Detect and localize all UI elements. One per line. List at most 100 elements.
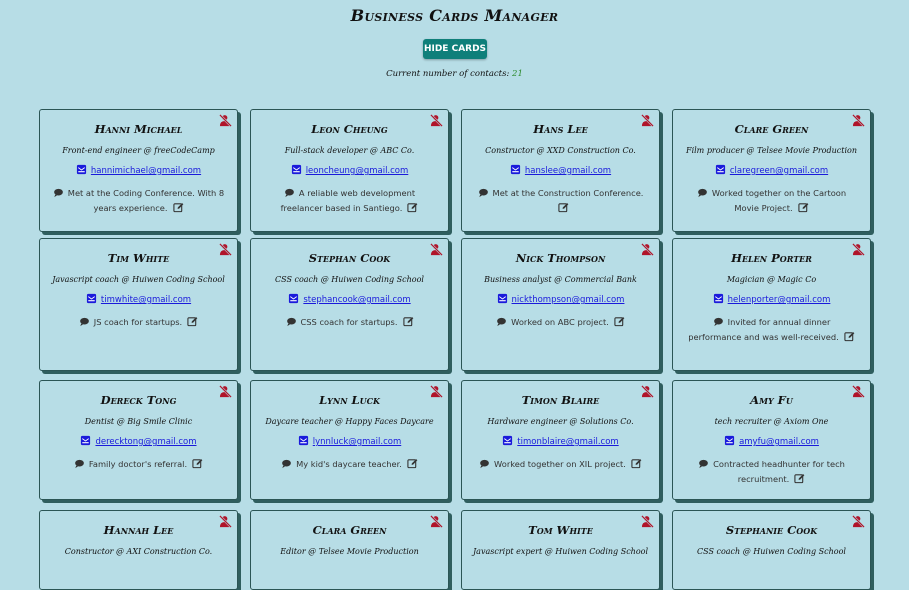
delete-contact-icon[interactable] [641, 383, 654, 398]
business-card: Hans Lee Constructor @ XXD Construction C… [461, 109, 660, 232]
edit-note-icon[interactable] [844, 331, 855, 346]
contact-name: Helen Porter [731, 251, 812, 265]
envelope-icon [497, 293, 508, 307]
business-card: Timon Blaire Hardware engineer @ Solution… [461, 380, 660, 500]
delete-contact-icon[interactable] [430, 513, 443, 528]
contact-email-row: claregreen@gmail.com [673, 164, 870, 178]
contact-count: Current number of contacts: 21 [0, 69, 909, 79]
contact-note-text: Contracted headhunter for tech recruitme… [713, 459, 845, 484]
contact-name: Hannah Lee [103, 523, 174, 537]
contact-notes: Met at the Construction Conference. [474, 187, 647, 217]
chat-bubble-icon [697, 188, 708, 202]
chat-bubble-icon [281, 459, 292, 473]
contact-email-row: stephancook@gmail.com [251, 293, 448, 307]
chat-bubble-icon [478, 188, 489, 202]
chat-bubble-icon [79, 317, 90, 331]
edit-note-icon[interactable] [797, 202, 809, 217]
contact-notes: A reliable web development freelancer ba… [263, 187, 436, 217]
delete-contact-icon[interactable] [852, 241, 865, 256]
edit-note-icon[interactable] [407, 458, 418, 473]
chat-bubble-icon [286, 317, 297, 331]
envelope-icon [713, 293, 724, 307]
contact-email-link[interactable]: leoncheung@gmail.com [306, 166, 409, 176]
contact-note-text: Met at the Coding Conference. With 8 yea… [67, 188, 225, 213]
edit-note-icon[interactable] [402, 316, 414, 331]
contact-email-link[interactable]: nickthompson@gmail.com [512, 295, 625, 305]
contact-email-row: nickthompson@gmail.com [462, 293, 659, 307]
contact-notes: JS coach for startups. [52, 316, 225, 331]
business-card: Clare Green Film producer @ Telsee Movie … [672, 109, 871, 232]
contact-title: Dentist @ Big Smile Clinic [84, 417, 193, 426]
delete-contact-icon[interactable] [219, 383, 232, 398]
contact-title: Constructor @ AXI Construction Co. [64, 547, 213, 556]
delete-contact-icon[interactable] [641, 241, 654, 256]
chat-bubble-icon [698, 459, 709, 473]
delete-contact-icon[interactable] [430, 112, 443, 127]
contact-name: Timon Blaire [521, 393, 600, 407]
delete-contact-icon[interactable] [219, 513, 232, 528]
edit-note-icon[interactable] [614, 316, 625, 331]
chat-bubble-icon [74, 459, 85, 473]
business-card: Clara Green Editor @ Telsee Movie Product… [250, 510, 449, 590]
contact-notes: Family doctor's referral. [52, 458, 225, 473]
contact-email-link[interactable]: lynnluck@gmail.com [313, 437, 401, 447]
contact-name: Stephanie Cook [725, 523, 818, 537]
hide-cards-button[interactable]: HIDE CARDS [423, 39, 487, 59]
edit-note-icon[interactable] [187, 316, 198, 331]
contact-name: Tom White [528, 523, 593, 537]
contact-email-link[interactable]: derecktong@gmail.com [95, 437, 196, 447]
contact-notes: Met at the Coding Conference. With 8 yea… [52, 187, 225, 217]
contact-email-row: leoncheung@gmail.com [251, 164, 448, 178]
contact-title: Javascript expert @ Huiwen Coding School [472, 547, 649, 556]
contact-note-text: JS coach for startups. [93, 317, 183, 327]
contact-email-link[interactable]: hannimichael@gmail.com [91, 166, 201, 176]
contact-title: Hardware engineer @ Solutions Co. [487, 417, 634, 426]
contact-email-link[interactable]: amyfu@gmail.com [739, 437, 819, 447]
contact-count-value: 21 [512, 69, 523, 79]
contact-name: Clare Green [734, 122, 809, 136]
contact-title: Constructor @ XXD Construction Co. [485, 146, 636, 155]
contact-notes: Worked together on XIL project. [474, 458, 647, 473]
edit-note-icon[interactable] [172, 202, 184, 217]
contact-note-text: Worked on ABC project. [511, 317, 609, 327]
delete-contact-icon[interactable] [430, 241, 443, 256]
delete-contact-icon[interactable] [852, 513, 865, 528]
edit-note-icon[interactable] [192, 458, 203, 473]
contact-email-link[interactable]: stephancook@gmail.com [303, 295, 410, 305]
business-card: Lynn Luck Daycare teacher @ Happy Faces D… [250, 380, 449, 500]
contact-note-text: Worked together on the Cartoon Movie Pro… [711, 188, 847, 213]
app-title: Business Cards Manager [350, 6, 559, 25]
contact-title: Business analyst @ Commercial Bank [484, 275, 637, 284]
edit-note-icon[interactable] [794, 473, 805, 488]
contact-email-link[interactable]: hanslee@gmail.com [525, 166, 611, 176]
chat-bubble-icon [713, 317, 724, 331]
envelope-icon [510, 164, 521, 178]
chat-bubble-icon [284, 188, 295, 202]
contact-name: Stephan Cook [308, 251, 391, 265]
contact-note-text: CSS coach for startups. [300, 317, 398, 327]
contact-email-link[interactable]: helenporter@gmail.com [728, 295, 831, 305]
delete-contact-icon[interactable] [219, 112, 232, 127]
contact-title: Full-stack developer @ ABC Co. [284, 146, 415, 155]
envelope-icon [291, 164, 302, 178]
contact-email-link[interactable]: timwhite@gmail.com [101, 295, 191, 305]
edit-note-icon[interactable] [407, 202, 418, 217]
delete-contact-icon[interactable] [852, 112, 865, 127]
business-card: Hanni Michael Front-end engineer @ freeCo… [39, 109, 238, 232]
delete-contact-icon[interactable] [219, 241, 232, 256]
delete-contact-icon[interactable] [641, 513, 654, 528]
delete-contact-icon[interactable] [430, 383, 443, 398]
contact-title: Magician @ Magic Co [726, 275, 817, 284]
contact-email-link[interactable]: claregreen@gmail.com [730, 166, 828, 176]
contact-note-text: Met at the Construction Conference. [492, 188, 644, 198]
edit-note-icon[interactable] [557, 202, 569, 217]
business-card: Tom White Javascript expert @ Huiwen Codi… [461, 510, 660, 590]
delete-contact-icon[interactable] [641, 112, 654, 127]
contact-notes: Invited for annual dinner performance an… [685, 316, 858, 346]
contact-name: Amy Fu [750, 393, 793, 407]
contact-email-link[interactable]: timonblaire@gmail.com [517, 437, 618, 447]
edit-note-icon[interactable] [631, 458, 642, 473]
contact-title: Daycare teacher @ Happy Faces Daycare [265, 417, 434, 426]
delete-contact-icon[interactable] [852, 383, 865, 398]
envelope-icon [288, 293, 299, 307]
